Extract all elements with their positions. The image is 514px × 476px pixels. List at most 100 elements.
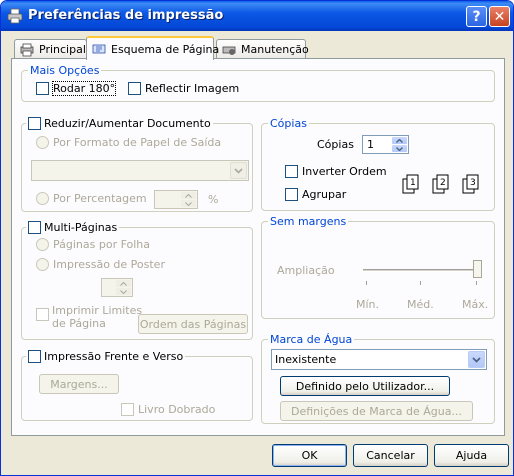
inverter-ordem-label: Inverter Ordem xyxy=(302,165,387,178)
imprimir-limites-label: Imprimir Limites xyxy=(52,304,143,317)
percent-unit: % xyxy=(208,193,219,206)
chevron-down-icon[interactable] xyxy=(468,351,485,368)
livro-dobrado-row[interactable]: Livro Dobrado xyxy=(121,403,215,416)
spin-down-icon[interactable] xyxy=(181,200,196,207)
paginas-por-folha-label: Páginas por Folha xyxy=(53,238,151,251)
sem-margens-group: Sem margens Ampliação Mín. Méd. Máx. xyxy=(261,215,495,319)
definido-utilizador-button[interactable]: Definido pelo Utilizador... xyxy=(280,376,450,396)
reflectir-checkbox-row[interactable]: Reflectir Imagem xyxy=(128,82,239,95)
slider-max-label: Máx. xyxy=(462,298,489,311)
copias-label: Cópias xyxy=(317,138,354,151)
tab-label: Principal xyxy=(39,43,86,56)
tab-label: Manutenção xyxy=(241,43,309,56)
por-formato-label: Por Formato de Papel de Saída xyxy=(53,136,222,149)
spin-down-icon[interactable] xyxy=(116,288,131,295)
tab-panel: Mais Opções Rodar 180° Reflectir Imagem … xyxy=(11,58,505,436)
formato-papel-select[interactable] xyxy=(31,160,249,181)
ordem-paginas-label: Ordem das Páginas xyxy=(139,317,247,331)
multi-paginas-label: Multi-Páginas xyxy=(44,221,118,234)
inverter-ordem-checkbox[interactable] xyxy=(285,165,298,178)
slider-tick xyxy=(366,281,367,285)
printer-icon xyxy=(20,43,34,56)
tab-label: Esquema de Página xyxy=(111,42,220,56)
poster-spinner[interactable] xyxy=(101,278,133,297)
slider-tick xyxy=(476,281,477,285)
close-button[interactable]: ✕ xyxy=(489,6,510,27)
copias-value: 1 xyxy=(367,138,374,151)
multi-paginas-checkbox[interactable] xyxy=(28,221,41,234)
definicoes-marca-agua-label: Definições de Marca de Água... xyxy=(291,404,462,418)
rodar-label: Rodar 180° xyxy=(51,81,117,96)
paginas-por-folha-radio[interactable] xyxy=(36,238,49,251)
por-formato-radio-row[interactable]: Por Formato de Papel de Saída xyxy=(36,136,221,149)
copias-legend: Cópias xyxy=(268,117,309,130)
collate-page-1-label: 1 xyxy=(410,178,416,188)
spin-up-icon[interactable] xyxy=(116,280,131,287)
multi-paginas-legend[interactable]: Multi-Páginas xyxy=(26,221,120,234)
help-button[interactable]: ? xyxy=(466,6,487,27)
frente-verso-group: Impressão Frente e Verso Margens... Livr… xyxy=(21,350,253,421)
reduzir-legend[interactable]: Reduzir/Aumentar Documento xyxy=(26,117,213,130)
percentagem-spinner[interactable] xyxy=(154,190,198,209)
rodar-checkbox-row[interactable]: Rodar 180° xyxy=(36,81,117,96)
collate-pages-icon: 1 2 3 xyxy=(402,174,479,194)
ordem-paginas-button[interactable]: Ordem das Páginas xyxy=(138,314,248,334)
sem-margens-legend: Sem margens xyxy=(268,215,349,228)
margens-button[interactable]: Margens... xyxy=(39,374,119,394)
tab-manutencao[interactable]: Manutenção xyxy=(216,39,309,59)
chevron-down-icon[interactable] xyxy=(230,162,247,179)
cancelar-button[interactable]: Cancelar xyxy=(353,444,428,467)
marca-agua-group: Marca de Água Inexistente Definido pelo … xyxy=(261,333,495,424)
page-layout-icon xyxy=(92,44,106,54)
cancelar-label: Cancelar xyxy=(366,449,415,462)
tab-principal[interactable]: Principal xyxy=(14,39,87,59)
ampliacao-slider-thumb[interactable] xyxy=(473,260,482,278)
slider-min-label: Mín. xyxy=(356,298,380,311)
copias-spinner[interactable]: 1 xyxy=(362,135,409,154)
paginas-por-folha-radio-row[interactable]: Páginas por Folha xyxy=(36,238,150,251)
spin-up-icon[interactable] xyxy=(392,137,407,144)
reflectir-label: Reflectir Imagem xyxy=(145,82,240,95)
spin-up-icon[interactable] xyxy=(181,192,196,199)
collate-page-2-label: 2 xyxy=(440,178,446,188)
ok-button[interactable]: OK xyxy=(272,444,347,467)
ampliacao-label: Ampliação xyxy=(277,264,335,277)
rodar-checkbox[interactable] xyxy=(36,82,49,95)
copias-group: Cópias Cópias 1 Inverter Ordem Agrupar 1… xyxy=(261,117,495,211)
inverter-ordem-row[interactable]: Inverter Ordem xyxy=(285,165,387,178)
reflectir-checkbox[interactable] xyxy=(128,82,141,95)
imprimir-limites-checkbox[interactable] xyxy=(36,308,49,321)
slider-tick xyxy=(420,281,421,285)
collate-page-3-label: 3 xyxy=(470,178,476,188)
title-bar[interactable]: Preferências de impressão ? ✕ xyxy=(1,1,513,31)
definido-utilizador-label: Definido pelo Utilizador... xyxy=(295,379,435,393)
ajuda-button[interactable]: Ajuda xyxy=(434,444,509,467)
tab-esquema-de-pagina[interactable]: Esquema de Página xyxy=(86,36,219,60)
spin-down-icon[interactable] xyxy=(392,145,407,152)
reduzir-checkbox[interactable] xyxy=(28,117,41,130)
frente-verso-checkbox[interactable] xyxy=(28,350,41,363)
imprimir-limites-label-2: de Página xyxy=(52,317,106,330)
por-percentagem-label: Por Percentagem xyxy=(53,192,147,205)
definicoes-marca-agua-button[interactable]: Definições de Marca de Água... xyxy=(280,401,473,421)
ampliacao-slider-track[interactable] xyxy=(363,269,479,272)
agrupar-checkbox[interactable] xyxy=(285,188,298,201)
maintenance-icon xyxy=(222,46,236,55)
livro-dobrado-checkbox[interactable] xyxy=(121,403,134,416)
printer-icon xyxy=(7,8,23,24)
agrupar-row[interactable]: Agrupar xyxy=(285,188,346,201)
multi-paginas-group: Multi-Páginas Páginas por Folha Impressã… xyxy=(21,221,253,340)
print-preferences-window: Preferências de impressão ? ✕ Principal … xyxy=(0,0,514,476)
frente-verso-legend[interactable]: Impressão Frente e Verso xyxy=(26,350,186,363)
marca-agua-select[interactable]: Inexistente xyxy=(271,349,487,370)
ok-label: OK xyxy=(301,449,318,462)
impressao-poster-label: Impressão de Poster xyxy=(53,258,165,271)
por-percentagem-radio-row[interactable]: Por Percentagem xyxy=(36,192,147,205)
por-formato-radio[interactable] xyxy=(36,136,49,149)
impressao-poster-radio[interactable] xyxy=(36,258,49,271)
frente-verso-label: Impressão Frente e Verso xyxy=(44,350,184,363)
marca-agua-value: Inexistente xyxy=(275,353,337,366)
por-percentagem-radio[interactable] xyxy=(36,192,49,205)
impressao-poster-radio-row[interactable]: Impressão de Poster xyxy=(36,258,165,271)
livro-dobrado-label: Livro Dobrado xyxy=(138,403,216,416)
